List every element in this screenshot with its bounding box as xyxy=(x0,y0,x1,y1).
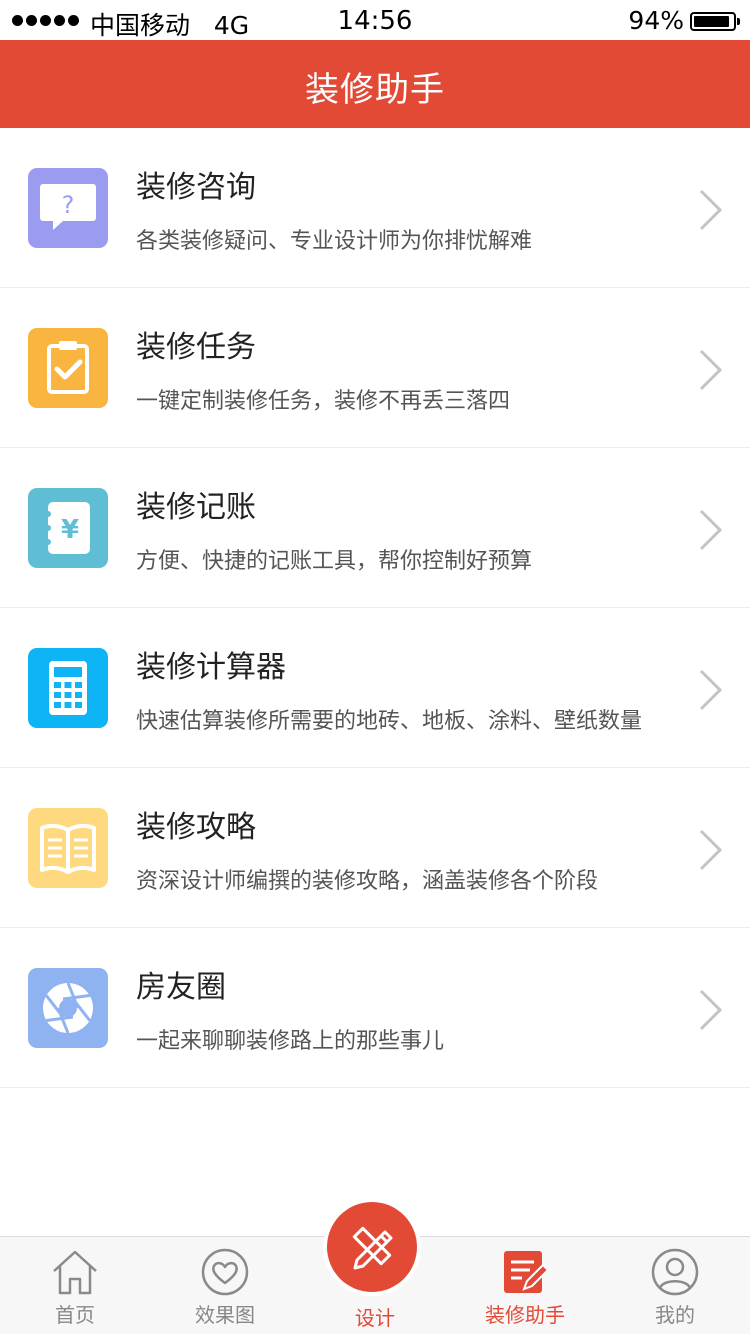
tab-decoration-assistant[interactable]: 装修助手 xyxy=(450,1237,600,1334)
chevron-right-icon xyxy=(699,349,723,391)
open-book-icon xyxy=(28,808,108,888)
chevron-right-icon xyxy=(699,669,723,711)
tab-profile[interactable]: 我的 xyxy=(600,1237,750,1334)
design-button[interactable] xyxy=(327,1202,417,1292)
menu-item-title: 装修咨询 xyxy=(136,170,256,205)
tab-home[interactable]: 首页 xyxy=(0,1237,150,1334)
tab-label: 我的 xyxy=(655,1303,695,1327)
tab-gallery[interactable]: 效果图 xyxy=(150,1237,300,1334)
menu-item-title: 房友圈 xyxy=(136,970,226,1005)
status-bar: 中国移动 4G 14:56 94% xyxy=(0,0,750,40)
chevron-right-icon xyxy=(699,509,723,551)
battery-percent: 94% xyxy=(628,6,684,35)
clipboard-check-icon xyxy=(28,328,108,408)
chevron-right-icon xyxy=(699,829,723,871)
notepad-pen-icon xyxy=(504,1251,550,1293)
user-icon xyxy=(651,1248,699,1296)
menu-item-desc: 快速估算装修所需要的地砖、地板、涂料、壁纸数量 xyxy=(136,709,643,734)
menu-item-bookkeeping[interactable]: ¥ 装修记账 方便、快捷的记账工具，帮你控制好预算 xyxy=(0,448,750,608)
navigation-bar: 装修助手 xyxy=(0,40,750,128)
heart-icon xyxy=(201,1248,249,1296)
home-icon xyxy=(53,1250,97,1295)
battery-icon xyxy=(690,12,740,31)
menu-item-title: 装修计算器 xyxy=(136,650,286,685)
pencil-ruler-icon xyxy=(352,1226,393,1270)
menu-item-consultation[interactable]: ? 装修咨询 各类装修疑问、专业设计师为你排忧解难 xyxy=(0,128,750,288)
menu-item-desc: 一键定制装修任务，装修不再丢三落四 xyxy=(136,389,511,414)
menu-item-desc: 各类装修疑问、专业设计师为你排忧解难 xyxy=(136,229,533,254)
tab-label: 首页 xyxy=(55,1303,95,1327)
question-bubble-icon: ? xyxy=(28,168,108,248)
menu-item-desc: 一起来聊聊装修路上的那些事儿 xyxy=(136,1029,445,1054)
tab-design-label: 设计 xyxy=(355,1306,395,1330)
menu-item-desc: 方便、快捷的记账工具，帮你控制好预算 xyxy=(136,549,533,574)
tab-label: 效果图 xyxy=(195,1303,255,1327)
calculator-icon xyxy=(28,648,108,728)
menu-list: ? 装修咨询 各类装修疑问、专业设计师为你排忧解难 装修任务 一键定制装修任务，… xyxy=(0,128,750,1088)
svg-text:¥: ¥ xyxy=(61,515,79,545)
menu-item-title: 装修任务 xyxy=(136,330,256,365)
svg-text:?: ? xyxy=(62,191,75,219)
menu-item-community[interactable]: 房友圈 一起来聊聊装修路上的那些事儿 xyxy=(0,928,750,1088)
chevron-right-icon xyxy=(699,989,723,1031)
menu-item-title: 装修记账 xyxy=(136,490,256,525)
page-title: 装修助手 xyxy=(305,70,445,110)
aperture-icon xyxy=(28,968,108,1048)
tab-label: 装修助手 xyxy=(485,1303,565,1327)
menu-item-guide[interactable]: 装修攻略 资深设计师编撰的装修攻略，涵盖装修各个阶段 xyxy=(0,768,750,928)
menu-item-desc: 资深设计师编撰的装修攻略，涵盖装修各个阶段 xyxy=(136,869,599,894)
chevron-right-icon xyxy=(699,189,723,231)
menu-item-title: 装修攻略 xyxy=(136,810,256,845)
menu-item-tasks[interactable]: 装修任务 一键定制装修任务，装修不再丢三落四 xyxy=(0,288,750,448)
menu-item-calculator[interactable]: 装修计算器 快速估算装修所需要的地砖、地板、涂料、壁纸数量 xyxy=(0,608,750,768)
ledger-yen-icon: ¥ xyxy=(28,488,108,568)
